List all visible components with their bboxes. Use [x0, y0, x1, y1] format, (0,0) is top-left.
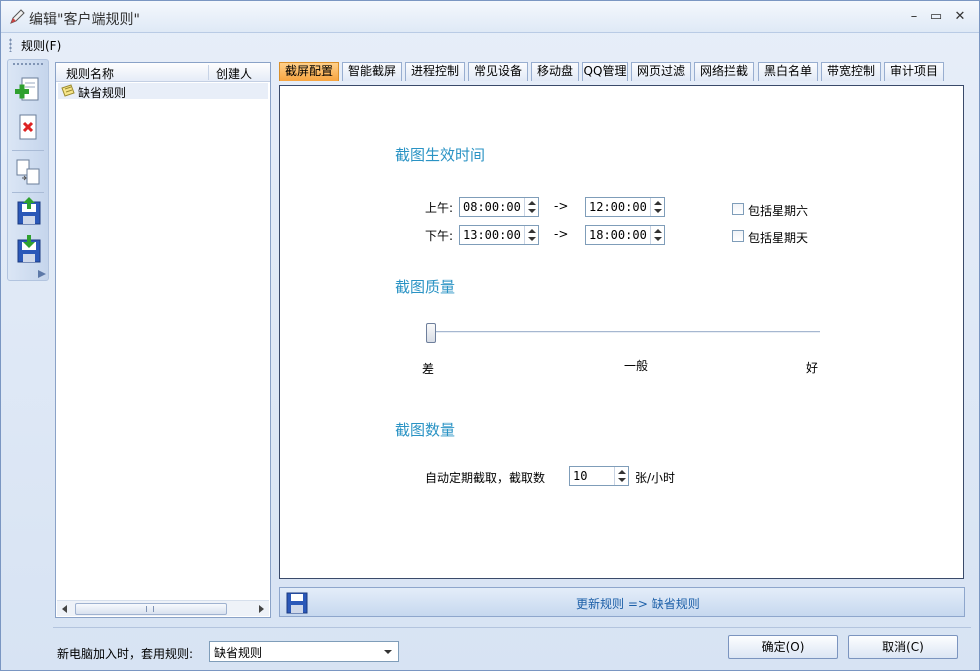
new-pc-rule-select[interactable]: 缺省规则: [209, 641, 399, 662]
tab-network-block[interactable]: 网络拦截: [694, 62, 754, 81]
pm-start-time-input[interactable]: 13:00:00: [459, 225, 539, 245]
rule-name: 缺省规则: [78, 86, 127, 100]
new-pc-rule-value: 缺省规则: [214, 646, 263, 660]
am-end-time-value: 12:00:00: [589, 200, 647, 214]
quality-high-label: 好: [806, 361, 819, 375]
pm-end-spinner[interactable]: [650, 226, 664, 244]
include-saturday-label: 包括星期六: [748, 204, 809, 218]
tab-screenshot-config[interactable]: 截屏配置: [279, 62, 339, 81]
am-start-time-input[interactable]: 08:00:00: [459, 197, 539, 217]
include-sunday-checkbox[interactable]: [732, 230, 744, 242]
pm-end-time-value: 18:00:00: [589, 228, 647, 242]
menu-bar: 规则(F): [1, 34, 979, 56]
time-section-title: 截图生效时间: [395, 146, 486, 164]
pm-end-time-input[interactable]: 18:00:00: [585, 225, 665, 245]
pm-label: 下午:: [425, 229, 454, 243]
capture-count-spinner[interactable]: [614, 467, 628, 485]
new-pc-rule-label: 新电脑加入时，套用规则:: [57, 647, 194, 661]
menu-grip: [9, 38, 12, 52]
tab-removable-disk[interactable]: 移动盘: [531, 62, 579, 81]
add-rule-icon[interactable]: [12, 74, 44, 106]
update-rule-text: 更新规则 => 缺省规则: [576, 597, 700, 611]
rule-toolbar: [7, 59, 49, 281]
minimize-button[interactable]: –: [905, 9, 923, 25]
tab-common-devices[interactable]: 常见设备: [468, 62, 528, 81]
capture-count-value: 10: [573, 469, 588, 483]
scroll-thumb-grip: [146, 606, 154, 612]
capture-count-input[interactable]: 10: [569, 466, 629, 486]
column-separator[interactable]: [208, 65, 209, 80]
title-bar: 编辑"客户端规则" – ▭ ✕: [1, 1, 979, 33]
column-rule-name[interactable]: 规则名称: [66, 65, 114, 82]
spin-down-icon[interactable]: [654, 209, 662, 213]
cancel-button[interactable]: 取消(C): [848, 635, 958, 659]
am-end-time-input[interactable]: 12:00:00: [585, 197, 665, 217]
toolbar-grip[interactable]: [12, 62, 44, 66]
am-label: 上午:: [425, 201, 454, 215]
horizontal-scrollbar[interactable]: [57, 600, 269, 616]
pm-start-spinner[interactable]: [524, 226, 538, 244]
scroll-thumb[interactable]: [75, 603, 227, 615]
edit-rule-window: 编辑"客户端规则" – ▭ ✕ 规则(F) 规则名称 创建人 缺省规则 截屏配置…: [0, 0, 980, 671]
spin-down-icon[interactable]: [618, 478, 626, 482]
toolbar-overflow-icon[interactable]: [38, 270, 46, 278]
chevron-down-icon[interactable]: [384, 650, 392, 654]
delete-rule-icon[interactable]: [12, 112, 44, 144]
include-sunday-label: 包括星期天: [748, 231, 809, 245]
count-section-title: 截图数量: [395, 421, 456, 439]
pm-start-time-value: 13:00:00: [463, 228, 521, 242]
import-rule-icon[interactable]: [12, 196, 44, 228]
am-end-spinner[interactable]: [650, 198, 664, 216]
save-icon[interactable]: [286, 592, 308, 614]
am-arrow: ->: [554, 199, 569, 213]
spin-down-icon[interactable]: [528, 209, 536, 213]
close-button[interactable]: ✕: [951, 9, 969, 25]
window-title: 编辑"客户端规则": [29, 12, 140, 28]
toolbar-separator: [12, 192, 44, 193]
spin-down-icon[interactable]: [654, 237, 662, 241]
ok-button[interactable]: 确定(O): [728, 635, 838, 659]
menu-rules[interactable]: 规则(F): [21, 37, 61, 54]
export-rule-icon[interactable]: [12, 234, 44, 266]
footer-divider: [53, 627, 971, 628]
count-label: 自动定期截取，截取数: [425, 471, 546, 485]
tab-web-filter[interactable]: 网页过滤: [631, 62, 691, 81]
update-rule-bar[interactable]: 更新规则 => 缺省规则: [279, 587, 965, 617]
pm-arrow: ->: [554, 227, 569, 241]
quality-slider-track[interactable]: [430, 331, 820, 333]
rule-list: 规则名称 创建人 缺省规则: [55, 62, 271, 618]
scroll-right-icon[interactable]: [259, 605, 264, 613]
quality-mid-label: 一般: [624, 359, 649, 373]
quality-slider-thumb[interactable]: [426, 323, 436, 343]
tab-qq-management[interactable]: QQ管理: [582, 62, 628, 81]
toolbar-separator: [12, 150, 44, 151]
rule-list-header: 规则名称 创建人: [56, 63, 270, 82]
spin-up-icon[interactable]: [618, 470, 626, 474]
tab-black-white-list[interactable]: 黑白名单: [758, 62, 818, 81]
tab-audit-items[interactable]: 审计项目: [884, 62, 944, 81]
scroll-left-icon[interactable]: [62, 605, 67, 613]
spin-down-icon[interactable]: [528, 237, 536, 241]
quality-section-title: 截图质量: [395, 278, 456, 296]
spin-up-icon[interactable]: [654, 201, 662, 205]
tab-bandwidth-control[interactable]: 带宽控制: [821, 62, 881, 81]
spin-up-icon[interactable]: [528, 229, 536, 233]
screenshot-config-panel: 截图生效时间 上午: 08:00:00 -> 12:00:00 包括星期六 下午…: [279, 85, 964, 579]
quality-low-label: 差: [422, 362, 435, 376]
maximize-button[interactable]: ▭: [927, 9, 945, 25]
tab-process-control[interactable]: 进程控制: [405, 62, 465, 81]
am-start-spinner[interactable]: [524, 198, 538, 216]
config-tabs: 截屏配置 智能截屏 进程控制 常见设备 移动盘 QQ管理 网页过滤 网络拦截 黑…: [279, 62, 969, 82]
spin-up-icon[interactable]: [528, 201, 536, 205]
rule-icon: [61, 84, 75, 97]
spin-up-icon[interactable]: [654, 229, 662, 233]
list-item[interactable]: 缺省规则: [58, 83, 268, 100]
count-unit: 张/小时: [635, 471, 676, 485]
am-start-time-value: 08:00:00: [463, 200, 521, 214]
pen-icon: [10, 9, 25, 24]
copy-rule-icon[interactable]: [12, 156, 44, 188]
include-saturday-checkbox[interactable]: [732, 203, 744, 215]
tab-smart-screenshot[interactable]: 智能截屏: [342, 62, 402, 81]
column-creator[interactable]: 创建人: [216, 65, 252, 82]
